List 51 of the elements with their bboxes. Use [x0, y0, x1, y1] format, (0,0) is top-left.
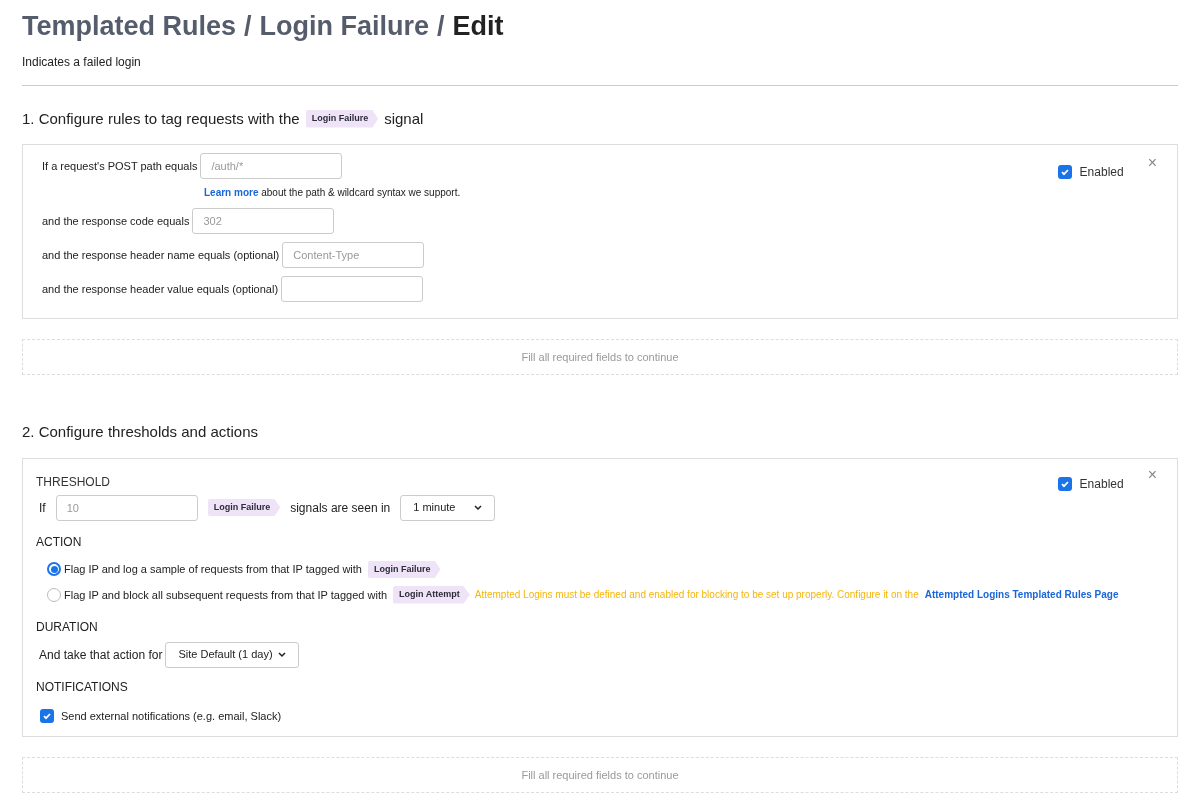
notifications-label: Send external notifications (e.g. email, Slack)	[61, 708, 282, 724]
templated-rules-link[interactable]: Attempted Logins Templated Rules Page	[924, 587, 1119, 603]
condition-label: and the response header value equals (optional)	[42, 281, 279, 297]
breadcrumb: Edit	[452, 10, 504, 43]
close-button[interactable]: ×	[1147, 466, 1157, 483]
text-field[interactable]: 302	[192, 208, 335, 234]
interval-select[interactable]: 1 minute	[400, 494, 496, 521]
enabled-label: Enabled	[1079, 164, 1124, 181]
continue-bar: Fill all required fields to continue	[22, 757, 1178, 793]
breadcrumb[interactable]: Templated Rules	[22, 6, 237, 47]
duration-label: And take that action for	[39, 646, 163, 664]
section-heading: signal	[384, 108, 424, 129]
continue-bar: Fill all required fields to continue	[22, 339, 1178, 375]
breadcrumb-separator: /	[437, 10, 445, 43]
breadcrumb[interactable]: Login Failure	[259, 6, 430, 47]
group-heading: THRESHOLD	[36, 473, 110, 491]
section-heading: 2. Configure thresholds and actions	[22, 422, 259, 442]
duration-select[interactable]: Site Default (1 day)	[165, 641, 300, 668]
text-field[interactable]: 10	[55, 494, 198, 521]
signal-tag: Login Failure	[207, 498, 281, 517]
help-text: Learn more about the path & wildcard syntax we support.	[204, 186, 461, 200]
radio-label: Flag IP and block all subsequent requests from that IP tagged with	[64, 587, 388, 603]
page-description: Indicates a failed login	[22, 53, 142, 71]
condition-label: If a request's POST path equals	[42, 158, 198, 174]
enabled-label: Enabled	[1079, 475, 1124, 493]
threshold-text: signals are seen in	[290, 499, 391, 517]
text-field[interactable]: Content-Type	[282, 242, 425, 268]
enabled-checkbox[interactable]	[1057, 476, 1072, 491]
signal-tag: Login Failure	[305, 110, 379, 128]
chevron-down-icon	[278, 651, 287, 658]
condition-label: and the response header name equals (optional)	[42, 247, 280, 263]
group-heading: NOTIFICATIONS	[36, 678, 129, 696]
section-heading: 1. Configure rules to tag requests with the	[22, 108, 300, 129]
checkmark-icon	[1059, 167, 1070, 177]
warning-text: Attempted Logins must be defined and enabled for blocking to be set up properly. Configure it on the	[474, 588, 919, 603]
notifications-checkbox[interactable]	[40, 708, 54, 723]
condition-label: and the response code equals	[42, 213, 190, 229]
signal-tag: Login Failure	[368, 560, 441, 578]
radio-label: Flag IP and log a sample of requests from that IP tagged with	[64, 562, 362, 577]
radio-button[interactable]	[47, 562, 61, 577]
text-field[interactable]: /auth/*	[200, 153, 343, 179]
breadcrumb-separator: /	[244, 10, 252, 43]
learn-more-link[interactable]: Learn more	[204, 187, 259, 198]
enabled-checkbox[interactable]	[1057, 165, 1072, 179]
chevron-down-icon	[474, 504, 483, 511]
threshold-if-label: If	[39, 499, 46, 517]
text-field[interactable]	[281, 276, 424, 302]
group-heading: ACTION	[36, 533, 83, 551]
close-button[interactable]: ×	[1147, 155, 1157, 171]
signal-tag: Login Attempt	[393, 586, 470, 604]
group-heading: DURATION	[36, 618, 99, 636]
